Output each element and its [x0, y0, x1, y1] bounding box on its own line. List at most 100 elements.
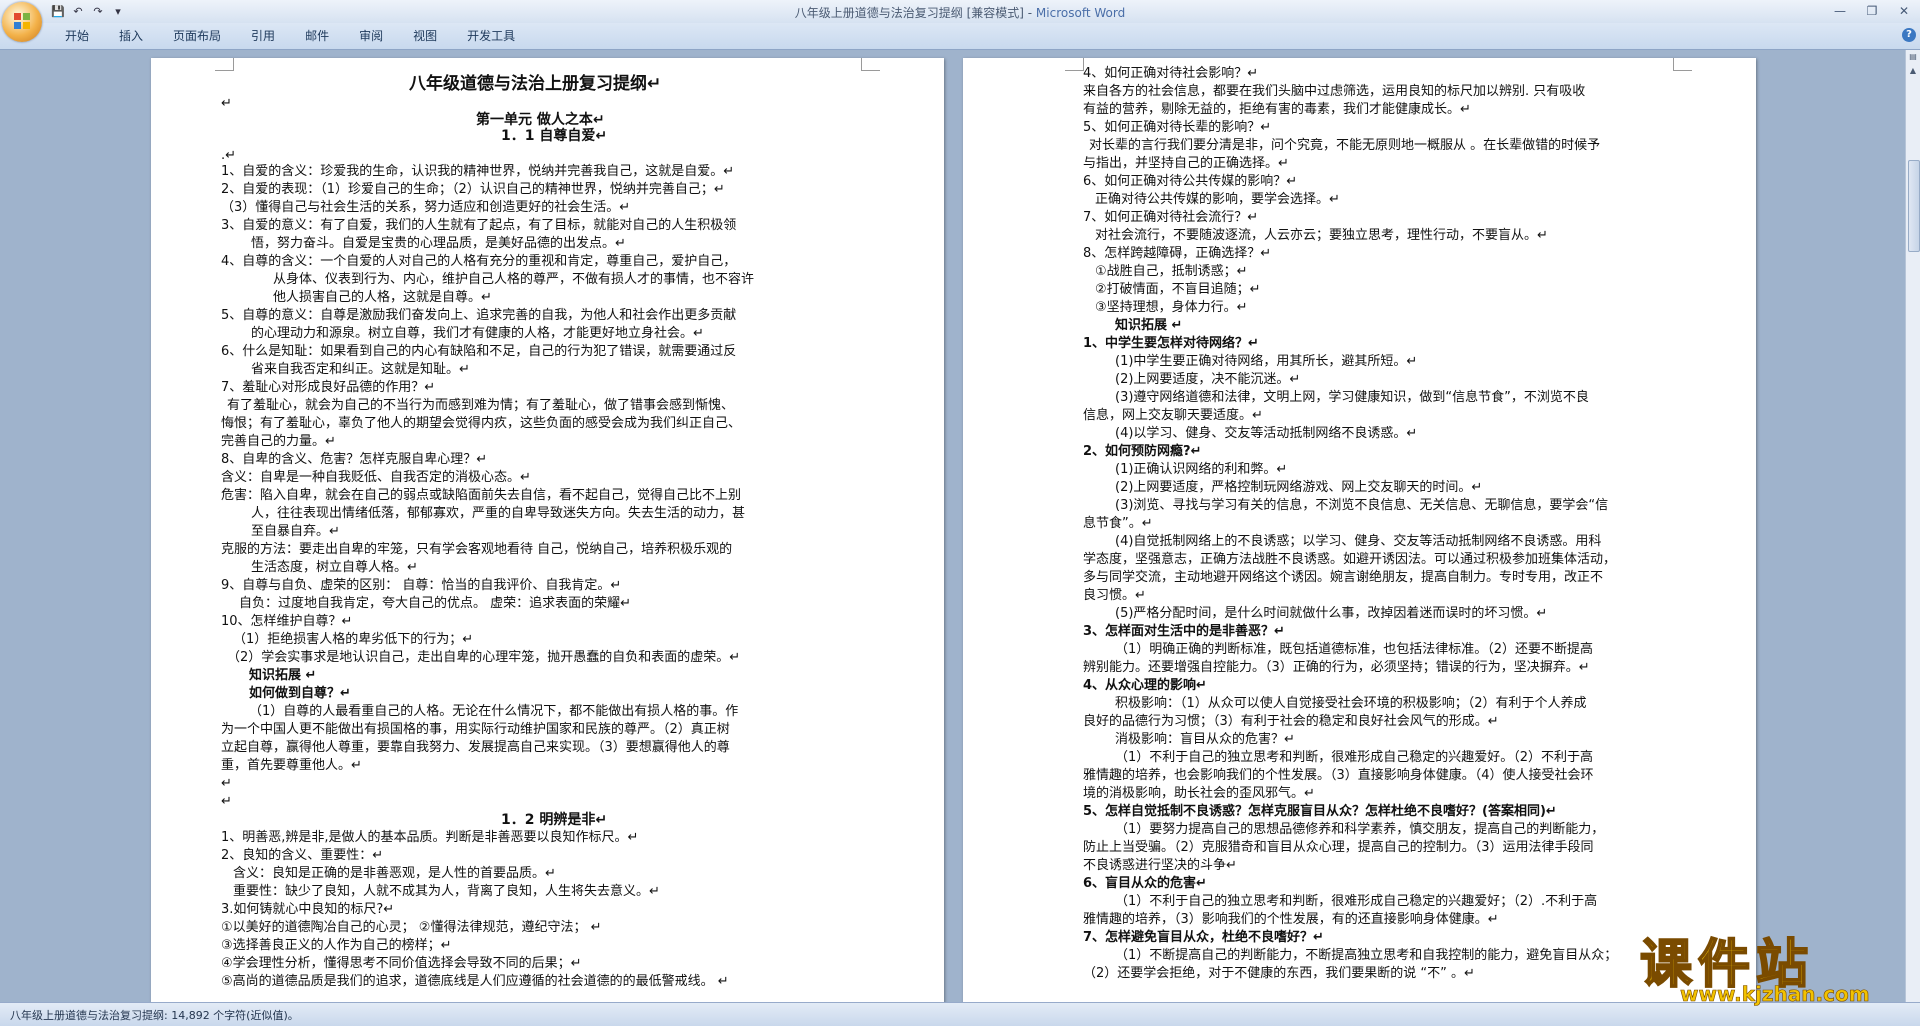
text-line: 2、自爱的表现：（1）珍爱自己的生命；（2）认识自己的精神世界，悦纳并完善自己；…	[221, 182, 725, 197]
text-line: （1）不利于自己的独立思考和判断，很难形成自己稳定的兴趣爱好。（2）不利于高	[1115, 750, 1594, 765]
text-line: 辨别能力。还要增强自控能力。（3）正确的行为，必须坚持；错误的行为，坚决摒弃。↵	[1083, 660, 1590, 675]
text-line: 8、怎样跨越障碍，正确选择？↵	[1083, 246, 1272, 261]
text-line: 人，往往表现出情绪低落，郁郁寡欢，严重的自卑导致迷失方向。失去生活的动力，甚	[251, 506, 746, 521]
text-line: 7、怎样避免盲目从众，杜绝不良嗜好？↵	[1083, 930, 1324, 945]
document-page-left[interactable]: 八年级道德与法治上册复习提纲↵ ↵ 第一单元 做人之本↵ 1．1 自尊自爱↵ .↵ 1、自…	[151, 58, 944, 1002]
tab-3[interactable]: 引用	[236, 28, 290, 45]
text-line: ②打破情面，不盲目追随；↵	[1095, 282, 1261, 297]
scrollbar-thumb[interactable]	[1908, 160, 1920, 252]
text-line: 1、明善恶,辨是非,是做人的基本品质。判断是非善恶要以良知作标尺。↵	[221, 830, 639, 845]
text-line: ⑤高尚的道德品质是我们的追求，道德底线是人们应遵循的社会道德的的最低警戒线。 ↵	[221, 974, 729, 989]
office-logo-icon	[14, 13, 30, 29]
text-line: ①战胜自己，抵制诱惑；↵	[1095, 264, 1248, 279]
text-line: 境的消极影响，助长社会的歪风邪气。↵	[1083, 786, 1315, 801]
text-line: 7、羞耻心对形成良好品德的作用？↵	[221, 380, 436, 395]
text-line: 1．2 明辨是非↵	[501, 812, 608, 828]
tab-4[interactable]: 邮件	[290, 28, 344, 45]
text-line: 对长辈的言行我们要分清是非，问个究竟，不能无原则地一概服从 。在长辈做错的时候予	[1089, 138, 1601, 153]
text-line: 危害：陷入自卑，就会在自己的弱点或缺陷面前失去自信，看不起自己，觉得自己比不上别	[221, 488, 742, 503]
text-line: 多与同学交流，主动地避开网络这个诱因。婉言谢绝朋友，提高自制力。专时专用，改正不	[1083, 570, 1604, 585]
text-line: 从身体、仪表到行为、内心，维护自己人格的尊严，不做有损人才的事情，也不容许	[273, 272, 755, 287]
text-line: 重要性：缺少了良知，人就不成其为人，背离了良知，人生将失去意义。↵	[233, 884, 660, 899]
text-line: 息节食”。↵	[1083, 516, 1153, 531]
text-line: 不良诱惑进行坚决的斗争↵	[1083, 858, 1237, 873]
text-line: (1)中学生要正确对待网络，用其所长，避其所短。↵	[1115, 354, 1418, 369]
text-line: 3、怎样面对生活中的是非善恶？↵	[1083, 624, 1285, 639]
document-title: 八年级上册道德与法治复习提纲 [兼容模式] -	[794, 6, 1036, 20]
tab-6[interactable]: 视图	[398, 28, 452, 45]
tab-1[interactable]: 插入	[104, 28, 158, 45]
text-line: 1．1 自尊自爱↵	[501, 128, 608, 144]
text-line: ↵	[221, 794, 232, 809]
text-line: 重，首先要尊重他人。↵	[221, 758, 362, 773]
tab-7[interactable]: 开发工具	[452, 28, 530, 45]
text-line: 9、自尊与自负、虚荣的区别： 自尊：恰当的自我评价、自我肯定。↵	[221, 578, 622, 593]
text-line: （1）要努力提高自己的思想品德修养和科学素养，慎交朋友，提高自己的判断能力，	[1115, 822, 1605, 837]
text-line: （1）不断提高自己的判断能力，不断提高独立思考和自我控制的能力，避免盲目从众；	[1115, 948, 1618, 963]
text-line: 有了羞耻心，就会为自己的不当行为而感到难为情；有了羞耻心，做了错事会感到惭愧、	[227, 398, 735, 413]
text-line: 4、如何正确对待社会影响？↵	[1083, 66, 1259, 81]
text-line: 防止上当受骗。（2）克服猎奇和盲目从众心理，提高自己的控制力。（3）运用法律手段…	[1083, 840, 1594, 855]
text-line: ④学会理性分析，懂得思考不同价值选择会导致不同的后果；↵	[221, 956, 582, 971]
text-line: 3、自爱的意义：有了自爱，我们的人生就有了起点，有了目标，就能对自己的人生积极领	[221, 218, 737, 233]
text-line: 6、什么是知耻：如果看到自己的内心有缺陷和不足，自己的行为犯了错误，就需要通过反	[221, 344, 737, 359]
scroll-up-icon[interactable]: ▲	[1906, 64, 1920, 78]
text-line: 雅情趣的培养，（3）影响我们的个性发展，有的还直接影响身体健康。↵	[1083, 912, 1499, 927]
text-line: 来自各方的社会信息，都要在我们头脑中过虑筛选，运用良知的标尺加以辨别. 只有吸收	[1083, 84, 1586, 99]
text-line: 悔恨；有了羞耻心，辜负了他人的期望会觉得内疚，这些负面的感受会成为我们纠正自己、	[221, 416, 742, 431]
text-line: (3)浏览、寻找与学习有关的信息，不浏览不良信息、无关信息、无聊信息，要学会“信	[1115, 498, 1609, 513]
text-line: (1)正确认识网络的利和弊。↵	[1115, 462, 1288, 477]
text-line: 省来自我否定和纠正。这就是知耻。↵	[251, 362, 470, 377]
text-line: 学态度，坚强意志，正确方法战胜不良诱惑。如避开诱因法。可以通过积极参加班集体活动…	[1083, 552, 1617, 567]
text-line: 知识拓展 ↵	[249, 668, 317, 683]
text-line: 10、怎样维护自尊？↵	[221, 614, 353, 629]
minimize-icon[interactable]: —	[1824, 0, 1856, 22]
word-count-status[interactable]: 八年级上册道德与法治复习提纲: 14,892 个字符(近似值)。	[10, 1007, 299, 1023]
text-line: 正确对待公共传媒的影响，要学会选择。↵	[1095, 192, 1340, 207]
text-line: 悟，努力奋斗。自爱是宝贵的心理品质，是美好品德的出发点。↵	[251, 236, 626, 251]
maximize-icon[interactable]: ❐	[1856, 0, 1888, 22]
text-line: (2)上网要适度，严格控制玩网络游戏、网上交友聊天的时间。↵	[1115, 480, 1483, 495]
text-line: （3）懂得自己与社会生活的关系，努力适应和创造更好的社会生活。↵	[221, 200, 631, 215]
text-line: 他人损害自己的人格，这就是自尊。↵	[273, 290, 492, 305]
text-line: 如何做到自尊？↵	[249, 686, 351, 701]
text-line: (3)遵守网络道德和法律，文明上网，学习健康知识，做到“信息节食”，不浏览不良	[1115, 390, 1589, 405]
document-workspace: 八年级道德与法治上册复习提纲↵ ↵ 第一单元 做人之本↵ 1．1 自尊自爱↵ .↵ 1、自…	[0, 50, 1906, 1002]
document-page-right[interactable]: 4、如何正确对待社会影响？↵ 来自各方的社会信息，都要在我们头脑中过虑筛选，运用良…	[963, 58, 1756, 1002]
vertical-scrollbar[interactable]: ▤ ▲	[1905, 50, 1920, 1002]
help-icon[interactable]: ?	[1902, 28, 1916, 42]
text-line: 良好的品德行为习惯；（3）有利于社会的稳定和良好社会风气的形成。↵	[1083, 714, 1499, 729]
text-line: 5、如何正确对待长辈的影响？↵	[1083, 120, 1272, 135]
text-line: 5、自尊的意义：自尊是激励我们奋发向上、追求完善的自我，为他人和社会作出更多贡献	[221, 308, 737, 323]
text-line: 生活态度，树立自尊人格。↵	[251, 560, 418, 575]
tab-2[interactable]: 页面布局	[158, 28, 236, 45]
text-line: 7、如何正确对待社会流行？↵	[1083, 210, 1259, 225]
crop-mark	[861, 58, 880, 71]
text-line: 至自暴自弃。↵	[251, 524, 340, 539]
text-line: 1、中学生要怎样对待网络？↵	[1083, 336, 1259, 351]
text-line: 信息，网上交友聊天要适度。↵	[1083, 408, 1263, 423]
text-line: 自负：过度地自我肯定，夸大自己的优点。 虚荣：追求表面的荣耀↵	[239, 596, 632, 611]
text-line: （1）自尊的人最看重自己的人格。无论在什么情况下，都不能做出有损人格的事。作	[249, 704, 739, 719]
text-line: 知识拓展 ↵	[1115, 318, 1183, 333]
crop-mark	[1065, 58, 1084, 71]
text-line: 含义：自卑是一种自我贬低、自我否定的消极心态。↵	[221, 470, 531, 485]
text-line: 良习惯。↵	[1083, 588, 1146, 603]
tab-0[interactable]: 开始	[50, 28, 104, 45]
office-button[interactable]	[2, 2, 42, 42]
text-line: 立起自尊，赢得他人尊重，要靠自我努力、发展提高自己来实现。（3）要想赢得他人的尊	[221, 740, 730, 755]
text-line: ↵	[221, 776, 232, 791]
text-line: 2、如何预防网瘾?↵	[1083, 444, 1202, 459]
text-line: （2）还要学会拒绝，对于不健康的东西，我们要果断的说 “不” 。↵	[1083, 966, 1475, 981]
text-line: (4)自觉抵制网络上的不良诱惑；以学习、健身、交友等活动抵制网络不良诱惑。用科	[1115, 534, 1602, 549]
text-line: 为一个中国人更不能做出有损国格的事，用实际行动维护国家和民族的尊严。（2）真正树	[221, 722, 730, 737]
text-line: 八年级道德与法治上册复习提纲↵	[409, 74, 662, 94]
tab-5[interactable]: 审阅	[344, 28, 398, 45]
text-line: 与指出，并坚持自己的正确选择。↵	[1083, 156, 1289, 171]
text-line: 含义：良知是正确的是非善恶观，是人性的首要品质。↵	[233, 866, 556, 881]
watermark-logo: 课件站 www.kjzhan.com	[1639, 922, 1900, 1006]
watermark-url: www.kjzhan.com	[1680, 982, 1870, 1007]
ruler-toggle-icon[interactable]: ▤	[1906, 50, 1920, 64]
close-icon[interactable]: ✕	[1888, 0, 1920, 22]
text-line: 有益的营养，剔除无益的，拒绝有害的毒素，我们才能健康成长。↵	[1083, 102, 1471, 117]
